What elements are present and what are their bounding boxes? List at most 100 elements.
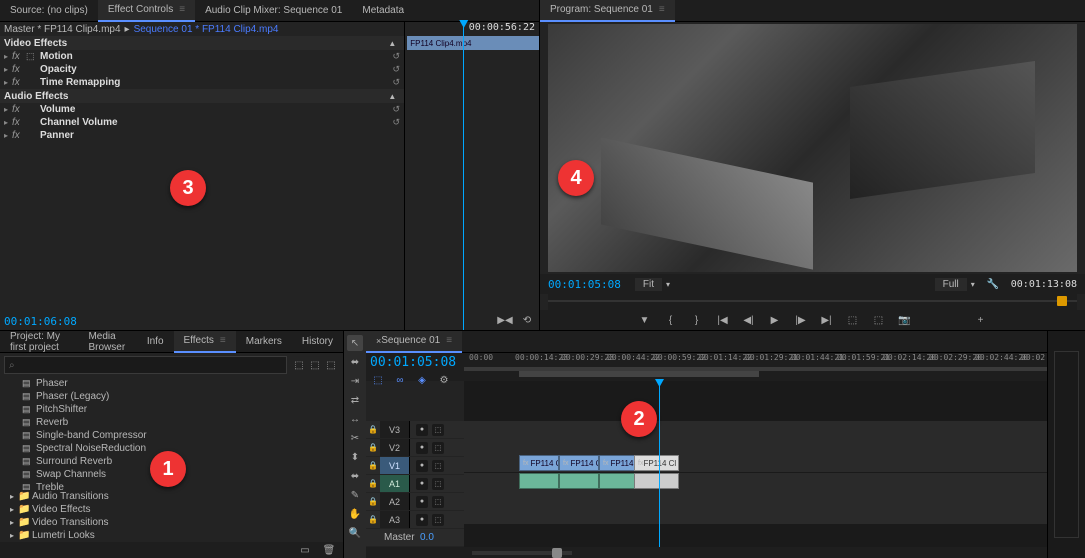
sync-lock-icon[interactable]: ⬚ xyxy=(432,478,444,490)
timeline-playhead[interactable] xyxy=(659,381,660,547)
track-header[interactable]: 🔒A2●⬚ xyxy=(366,493,464,510)
reset-icon[interactable]: ↺ xyxy=(388,104,404,115)
mute-toggle[interactable]: ● xyxy=(416,460,428,472)
program-duration-tc[interactable]: 00:01:13:08 xyxy=(1011,279,1077,290)
lock-icon[interactable]: 🔒 xyxy=(366,425,380,434)
new-bin-icon[interactable]: ▭ xyxy=(297,542,313,558)
effect-preset-item[interactable]: ▤Single-band Compressor xyxy=(0,429,343,442)
effect-name[interactable]: Opacity xyxy=(40,64,388,75)
slip-tool-icon[interactable]: ⬍ xyxy=(347,449,363,465)
mute-toggle[interactable]: ● xyxy=(416,514,428,526)
dropdown-icon[interactable]: ▾ xyxy=(666,280,670,289)
add-marker-icon[interactable]: ▼ xyxy=(637,312,653,328)
track-target[interactable]: V1 xyxy=(380,457,410,474)
expand-icon[interactable]: ▸ xyxy=(10,492,18,501)
ripple-edit-tool-icon[interactable]: ⇥ xyxy=(347,373,363,389)
transform-icon[interactable]: ⬚ xyxy=(26,51,40,62)
effect-folder[interactable]: ▸📁Lumetri Looks xyxy=(0,529,343,542)
fit-dropdown[interactable]: Fit xyxy=(635,278,662,291)
sync-lock-icon[interactable]: ⬚ xyxy=(432,460,444,472)
expand-icon[interactable]: ▸ xyxy=(4,131,12,140)
sequence-clip-link[interactable]: Sequence 01 * FP114 Clip4.mp4 xyxy=(134,24,279,35)
out-point-marker[interactable] xyxy=(1057,296,1067,306)
sync-lock-icon[interactable]: ⬚ xyxy=(432,514,444,526)
reset-icon[interactable]: ↺ xyxy=(388,77,404,88)
reset-icon[interactable]: ↺ xyxy=(388,64,404,75)
track-header[interactable]: 🔒A1●⬚ xyxy=(366,475,464,492)
settings-icon[interactable]: 🔧 xyxy=(985,276,1001,292)
video-clip[interactable]: fxFP114 C xyxy=(519,455,559,471)
track-target[interactable]: V2 xyxy=(380,439,410,456)
expand-icon[interactable]: ▸ xyxy=(4,52,12,61)
mark-out-icon[interactable]: } xyxy=(689,312,705,328)
reset-icon[interactable]: ↺ xyxy=(388,51,404,62)
expand-icon[interactable]: ▸ xyxy=(4,118,12,127)
lock-icon[interactable]: 🔒 xyxy=(366,515,380,524)
tab-media-browser[interactable]: Media Browser xyxy=(78,331,136,353)
panel-menu-icon[interactable]: ≡ xyxy=(220,335,226,346)
rate-stretch-tool-icon[interactable]: ↔ xyxy=(347,411,363,427)
tab-info[interactable]: Info xyxy=(137,331,174,353)
track-header[interactable]: 🔒V1 ● ⬚ xyxy=(366,457,464,474)
video-clip[interactable]: fxFP114 C xyxy=(559,455,599,471)
filter-icon[interactable]: ⬚ xyxy=(323,357,339,373)
tab-audio-mixer[interactable]: Audio Clip Mixer: Sequence 01 xyxy=(195,0,352,22)
effect-folder[interactable]: ▸📁Video Transitions xyxy=(0,516,343,529)
expand-icon[interactable]: ▸ xyxy=(10,531,18,540)
collapse-icon[interactable]: ▲ xyxy=(388,39,396,48)
pen-tool-icon[interactable]: ✎ xyxy=(347,487,363,503)
lock-icon[interactable]: 🔒 xyxy=(366,461,380,470)
panel-menu-icon[interactable]: ≡ xyxy=(179,4,185,15)
button-editor-icon[interactable]: + xyxy=(973,312,989,328)
tab-program[interactable]: Program: Sequence 01≡ xyxy=(540,0,675,22)
fx-badge[interactable]: fx xyxy=(12,117,26,128)
tab-effect-controls[interactable]: Effect Controls≡ xyxy=(98,0,195,22)
delete-icon[interactable]: 🗑 xyxy=(321,542,337,558)
clip-bar[interactable]: FP114 Clip4.mp4 xyxy=(407,36,539,50)
timeline-current-tc[interactable]: 00:01:05:08 xyxy=(370,355,460,370)
master-level[interactable]: 0.0 xyxy=(420,532,434,543)
effect-preset-item[interactable]: ▤PitchShifter xyxy=(0,403,343,416)
loop-icon[interactable]: ⟲ xyxy=(519,312,535,328)
track-target[interactable]: A2 xyxy=(380,493,410,510)
tab-effects[interactable]: Effects≡ xyxy=(174,331,236,353)
export-frame-icon[interactable]: 📷 xyxy=(897,312,913,328)
track-header[interactable]: 🔒V3●⬚ xyxy=(366,421,464,438)
effect-name[interactable]: Channel Volume xyxy=(40,117,388,128)
tab-project[interactable]: Project: My first project xyxy=(0,331,78,353)
selection-tool-icon[interactable]: ↖ xyxy=(347,335,363,351)
program-current-tc[interactable]: 00:01:05:08 xyxy=(548,278,621,291)
expand-icon[interactable]: ▸ xyxy=(10,505,18,514)
track-select-tool-icon[interactable]: ⬌ xyxy=(347,354,363,370)
mute-toggle[interactable]: ● xyxy=(416,496,428,508)
razor-tool-icon[interactable]: ✂ xyxy=(347,430,363,446)
timeline-track-area[interactable]: fxFP114 CfxFP114 CfxFP114 Cfx FP114 Cl xyxy=(464,381,1047,547)
mark-in-icon[interactable]: { xyxy=(663,312,679,328)
filter-icon[interactable]: ⬚ xyxy=(307,357,323,373)
audio-clip[interactable] xyxy=(519,473,559,489)
mute-toggle[interactable]: ● xyxy=(416,478,428,490)
step-back-icon[interactable]: ◀| xyxy=(741,312,757,328)
lift-icon[interactable]: ⬚ xyxy=(845,312,861,328)
effect-folder[interactable]: ▸📁Video Effects xyxy=(0,503,343,516)
timeline-ruler[interactable]: 00:0000:00:14:2300:00:29:2300:00:44:2200… xyxy=(464,353,1047,381)
effect-preset-item[interactable]: ▤Phaser (Legacy) xyxy=(0,390,343,403)
dropdown-icon[interactable]: ▾ xyxy=(971,280,975,289)
track-header[interactable]: 🔒V2●⬚ xyxy=(366,439,464,456)
audio-clip[interactable] xyxy=(559,473,599,489)
effect-name[interactable]: Motion xyxy=(40,51,388,62)
effect-name[interactable]: Time Remapping xyxy=(40,77,388,88)
go-to-in-icon[interactable]: |◀ xyxy=(715,312,731,328)
fx-badge[interactable]: fx xyxy=(12,64,26,75)
fx-badge[interactable]: fx xyxy=(12,104,26,115)
zoom-dropdown[interactable]: Full xyxy=(935,278,967,291)
playback-toggle-icon[interactable]: ▶◀ xyxy=(497,312,513,328)
go-to-out-icon[interactable]: ▶| xyxy=(819,312,835,328)
tab-sequence[interactable]: × Sequence 01≡ xyxy=(366,331,462,353)
video-clip[interactable]: fx FP114 Cl xyxy=(634,455,679,471)
program-scrubber[interactable] xyxy=(548,300,1077,302)
tab-history[interactable]: History xyxy=(292,331,343,353)
expand-icon[interactable]: ▸ xyxy=(4,65,12,74)
effect-name[interactable]: Panner xyxy=(40,130,404,141)
track-header[interactable]: 🔒A3●⬚ xyxy=(366,511,464,528)
